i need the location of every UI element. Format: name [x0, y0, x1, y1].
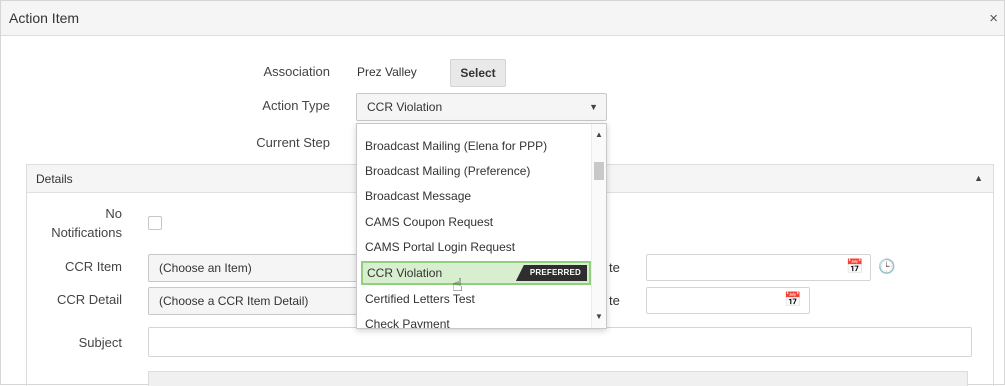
dialog-titlebar: Action Item ×: [1, 1, 1004, 36]
action-type-dropdown-list: Broadcast Mailing (Elena for PPP) Broadc…: [356, 123, 607, 329]
scroll-down-icon[interactable]: ▼: [595, 312, 603, 321]
ccr-detail-select[interactable]: (Choose a CCR Item Detail) ▼: [148, 287, 368, 315]
subject-label: Subject: [78, 335, 122, 350]
select-association-button[interactable]: Select: [450, 59, 506, 87]
preferred-badge: PREFERRED: [515, 265, 587, 281]
association-value: Prez Valley: [357, 65, 417, 79]
dropdown-option[interactable]: Broadcast Mailing (Elena for PPP): [361, 134, 591, 158]
ccr-item-select[interactable]: (Choose an Item): [148, 254, 368, 282]
dropdown-option[interactable]: CAMS Coupon Request: [361, 210, 591, 234]
dropdown-option-label: CCR Violation: [367, 266, 443, 280]
dropdown-option[interactable]: Check Payment: [361, 312, 591, 328]
dropdown-option[interactable]: Broadcast Mailing (Preference): [361, 159, 591, 183]
date-label-fragment-2: te: [609, 293, 620, 308]
dropdown-scrollbar[interactable]: ▲ ▼: [591, 124, 606, 328]
chevron-down-icon: ▼: [589, 102, 598, 112]
scroll-up-icon[interactable]: ▲: [595, 130, 603, 139]
no-notifications-checkbox[interactable]: [148, 216, 162, 230]
dialog-title: Action Item: [9, 10, 80, 26]
dropdown-option[interactable]: CAMS Portal Login Request: [361, 235, 591, 259]
calendar-icon[interactable]: 📅: [784, 291, 801, 308]
association-label: Association: [263, 64, 330, 79]
action-type-label: Action Type: [262, 98, 330, 113]
collapse-up-icon[interactable]: ▲: [974, 173, 983, 183]
scrollbar-thumb[interactable]: [594, 162, 604, 180]
calendar-icon[interactable]: 📅: [846, 258, 863, 275]
action-item-dialog: Action Item × Association Prez Valley Se…: [0, 0, 1005, 386]
subject-input[interactable]: [148, 327, 972, 357]
start-date-input[interactable]: [646, 254, 871, 281]
ccr-item-label: CCR Item: [64, 259, 122, 274]
action-type-selected-value: CCR Violation: [367, 100, 443, 114]
current-step-label: Current Step: [256, 135, 330, 150]
details-title: Details: [36, 172, 73, 186]
ccr-item-selected-value: (Choose an Item): [159, 261, 252, 275]
dropdown-option[interactable]: Certified Letters Test: [361, 287, 591, 311]
close-icon[interactable]: ×: [989, 10, 998, 27]
dropdown-option-selected[interactable]: CCR Violation PREFERRED: [361, 261, 591, 285]
date-label-fragment-1: te: [609, 260, 620, 275]
dropdown-option[interactable]: Broadcast Message: [361, 184, 591, 208]
ccr-detail-label: CCR Detail: [56, 292, 122, 307]
editor-toolbar: [148, 371, 968, 386]
ccr-detail-selected-value: (Choose a CCR Item Detail): [159, 294, 309, 308]
no-notifications-label-line1: No: [105, 206, 122, 221]
clock-icon[interactable]: 🕒: [878, 258, 895, 275]
no-notifications-label-line2: Notifications: [51, 225, 122, 240]
action-type-select[interactable]: CCR Violation ▼: [356, 93, 607, 121]
